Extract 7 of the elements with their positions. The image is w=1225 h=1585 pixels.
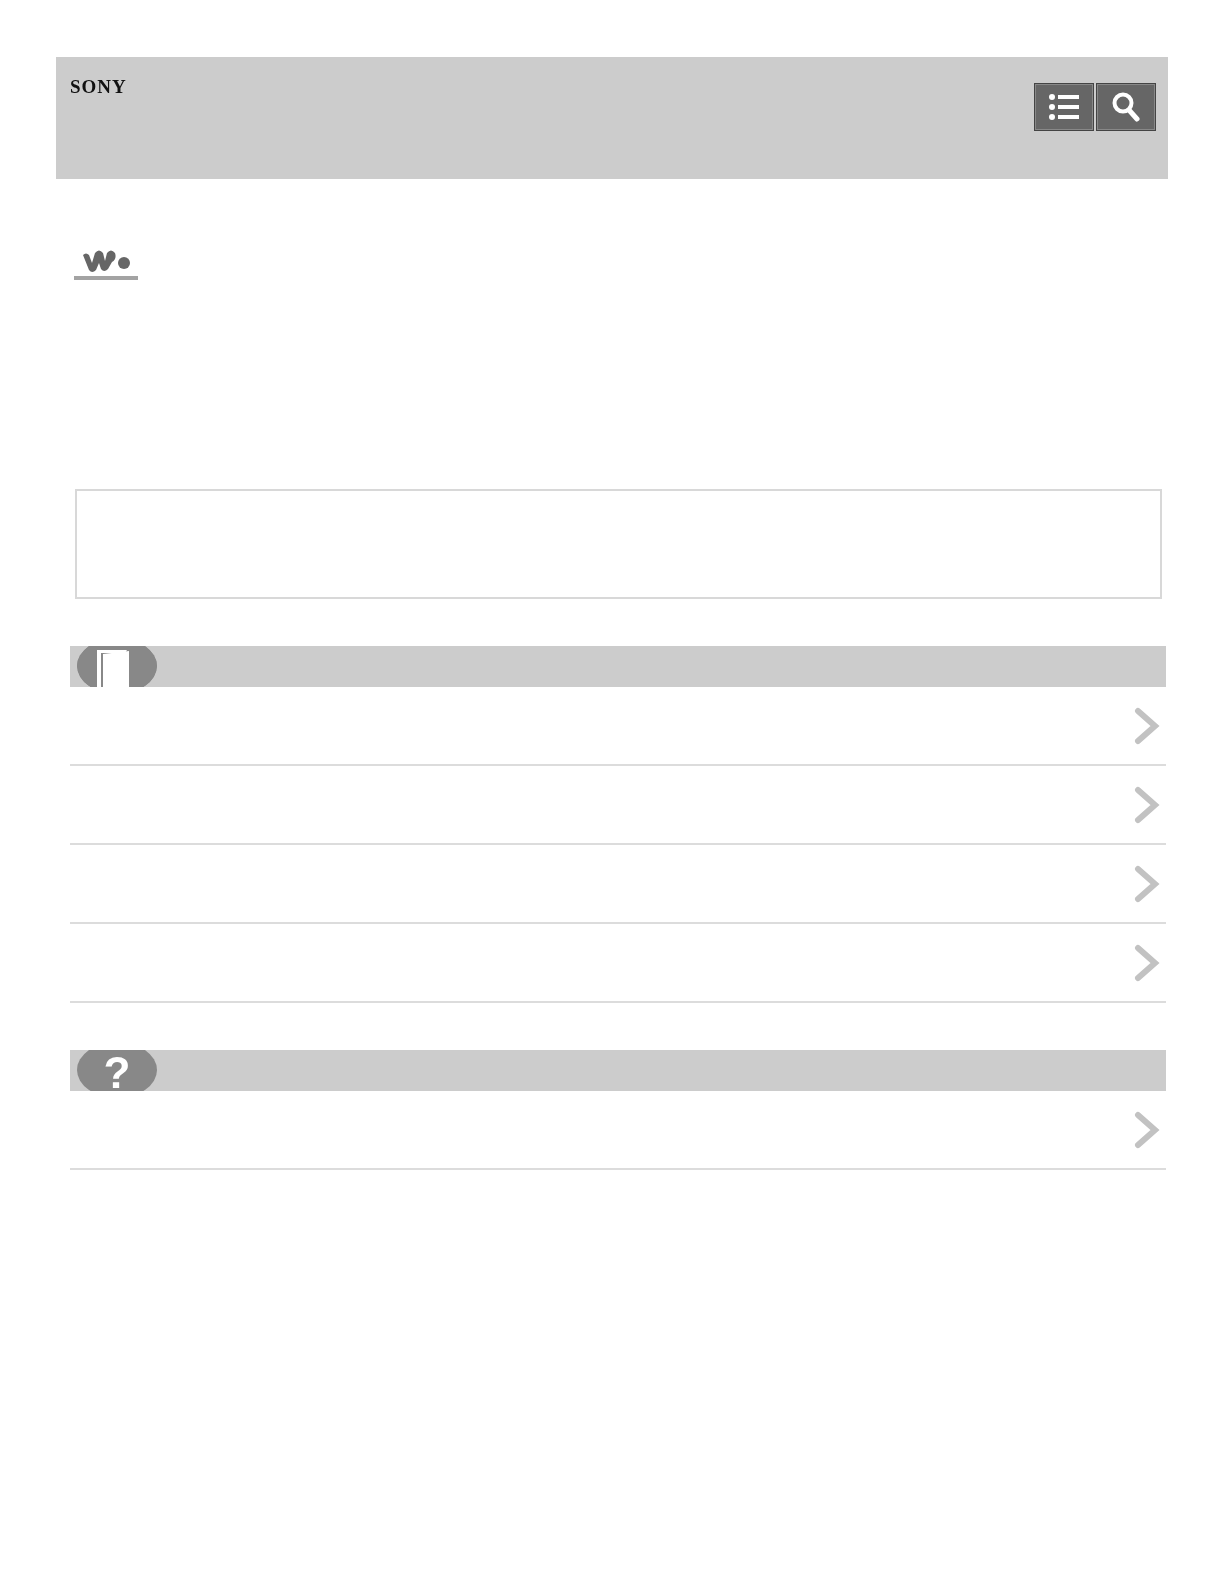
menu-button[interactable] xyxy=(1034,83,1094,131)
search-button[interactable] xyxy=(1096,83,1156,131)
list-icon xyxy=(1049,94,1079,120)
brand-logo: SONY xyxy=(70,77,127,96)
help-icon: ? xyxy=(77,1050,157,1091)
search-icon xyxy=(1112,92,1140,122)
book-icon xyxy=(77,646,157,687)
